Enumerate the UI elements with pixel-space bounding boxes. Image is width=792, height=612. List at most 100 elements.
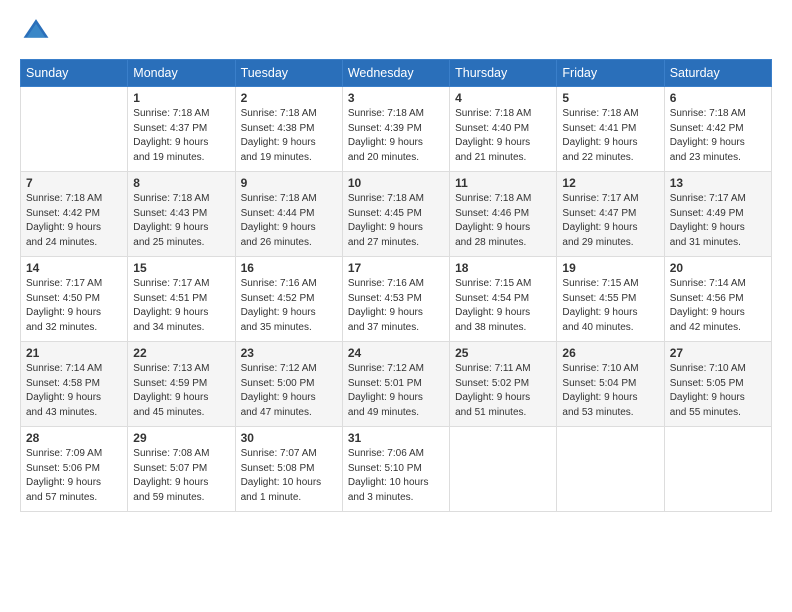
weekday-header: Tuesday <box>235 60 342 87</box>
day-number: 17 <box>348 261 444 275</box>
calendar-cell: 13Sunrise: 7:17 AM Sunset: 4:49 PM Dayli… <box>664 172 771 257</box>
calendar-cell: 23 Sunrise: 7:12 AM Sunset: 5:00 PM Dayli… <box>235 342 342 427</box>
day-number: 27 <box>670 346 766 360</box>
calendar-cell: 31 Sunrise: 7:06 AM Sunset: 5:10 PM Dayli… <box>342 427 449 512</box>
day-number: 7 <box>26 176 122 190</box>
day-number: 24 <box>348 346 444 360</box>
calendar-cell: 1 Sunrise: 7:18 AM Sunset: 4:37 PM Daylig… <box>128 87 235 172</box>
calendar-cell: 17 Sunrise: 7:16 AM Sunset: 4:53 PM Dayli… <box>342 257 449 342</box>
day-number: 3 <box>348 91 444 105</box>
calendar-cell: 21Sunrise: 7:14 AM Sunset: 4:58 PM Dayli… <box>21 342 128 427</box>
day-number: 30 <box>241 431 337 445</box>
day-number: 1 <box>133 91 229 105</box>
cell-content: Sunrise: 7:17 AM Sunset: 4:49 PM Dayligh… <box>670 192 766 250</box>
calendar-cell: 28 Sunrise: 7:09 AM Sunset: 5:06 PM Dayli… <box>21 427 128 512</box>
weekday-header: Saturday <box>664 60 771 87</box>
day-number: 21 <box>26 346 122 360</box>
page: SundayMondayTuesdayWednesdayThursdayFrid… <box>0 0 792 522</box>
weekday-header: Friday <box>557 60 664 87</box>
calendar-header-row: SundayMondayTuesdayWednesdayThursdayFrid… <box>21 60 772 87</box>
cell-content: Sunrise: 7:18 AM Sunset: 4:39 PM Dayligh… <box>348 107 444 165</box>
calendar-cell: 15 Sunrise: 7:17 AM Sunset: 4:51 PM Dayli… <box>128 257 235 342</box>
day-number: 29 <box>133 431 229 445</box>
cell-content: Sunrise: 7:16 AM Sunset: 4:53 PM Dayligh… <box>348 277 444 335</box>
cell-content: Sunrise: 7:07 AM Sunset: 5:08 PM Dayligh… <box>241 447 337 505</box>
cell-content: Sunrise: 7:18 AM Sunset: 4:43 PM Dayligh… <box>133 192 229 250</box>
cell-content: Sunrise: 7:18 AM Sunset: 4:37 PM Dayligh… <box>133 107 229 165</box>
logo <box>20 16 54 49</box>
calendar-cell: 11Sunrise: 7:18 AM Sunset: 4:46 PM Dayli… <box>450 172 557 257</box>
day-number: 25 <box>455 346 551 360</box>
calendar-cell: 12Sunrise: 7:17 AM Sunset: 4:47 PM Dayli… <box>557 172 664 257</box>
day-number: 22 <box>133 346 229 360</box>
calendar-cell: 18 Sunrise: 7:15 AM Sunset: 4:54 PM Dayli… <box>450 257 557 342</box>
calendar-cell: 6 Sunrise: 7:18 AM Sunset: 4:42 PM Daylig… <box>664 87 771 172</box>
calendar-cell: 22 Sunrise: 7:13 AM Sunset: 4:59 PM Dayli… <box>128 342 235 427</box>
calendar-cell: 2 Sunrise: 7:18 AM Sunset: 4:38 PM Daylig… <box>235 87 342 172</box>
day-number: 6 <box>670 91 766 105</box>
weekday-header: Sunday <box>21 60 128 87</box>
cell-content: Sunrise: 7:18 AM Sunset: 4:40 PM Dayligh… <box>455 107 551 165</box>
calendar-cell: 26 Sunrise: 7:10 AM Sunset: 5:04 PM Dayli… <box>557 342 664 427</box>
calendar-cell: 4 Sunrise: 7:18 AM Sunset: 4:40 PM Daylig… <box>450 87 557 172</box>
day-number: 16 <box>241 261 337 275</box>
cell-content: Sunrise: 7:18 AM Sunset: 4:41 PM Dayligh… <box>562 107 658 165</box>
calendar-table: SundayMondayTuesdayWednesdayThursdayFrid… <box>20 59 772 512</box>
cell-content: Sunrise: 7:12 AM Sunset: 5:00 PM Dayligh… <box>241 362 337 420</box>
cell-content: Sunrise: 7:18 AM Sunset: 4:45 PM Dayligh… <box>348 192 444 250</box>
day-number: 28 <box>26 431 122 445</box>
header <box>20 16 772 49</box>
day-number: 10 <box>348 176 444 190</box>
cell-content: Sunrise: 7:13 AM Sunset: 4:59 PM Dayligh… <box>133 362 229 420</box>
calendar-week-row: 7 Sunrise: 7:18 AM Sunset: 4:42 PM Daylig… <box>21 172 772 257</box>
calendar-cell: 3 Sunrise: 7:18 AM Sunset: 4:39 PM Daylig… <box>342 87 449 172</box>
calendar-cell: 9Sunrise: 7:18 AM Sunset: 4:44 PM Daylig… <box>235 172 342 257</box>
day-number: 20 <box>670 261 766 275</box>
day-number: 31 <box>348 431 444 445</box>
calendar-week-row: 21Sunrise: 7:14 AM Sunset: 4:58 PM Dayli… <box>21 342 772 427</box>
cell-content: Sunrise: 7:09 AM Sunset: 5:06 PM Dayligh… <box>26 447 122 505</box>
cell-content: Sunrise: 7:08 AM Sunset: 5:07 PM Dayligh… <box>133 447 229 505</box>
cell-content: Sunrise: 7:18 AM Sunset: 4:46 PM Dayligh… <box>455 192 551 250</box>
cell-content: Sunrise: 7:18 AM Sunset: 4:42 PM Dayligh… <box>670 107 766 165</box>
weekday-header: Monday <box>128 60 235 87</box>
cell-content: Sunrise: 7:16 AM Sunset: 4:52 PM Dayligh… <box>241 277 337 335</box>
calendar-cell: 14 Sunrise: 7:17 AM Sunset: 4:50 PM Dayli… <box>21 257 128 342</box>
day-number: 15 <box>133 261 229 275</box>
calendar-cell: 16 Sunrise: 7:16 AM Sunset: 4:52 PM Dayli… <box>235 257 342 342</box>
calendar-cell: 25 Sunrise: 7:11 AM Sunset: 5:02 PM Dayli… <box>450 342 557 427</box>
calendar-cell: 20 Sunrise: 7:14 AM Sunset: 4:56 PM Dayli… <box>664 257 771 342</box>
cell-content: Sunrise: 7:17 AM Sunset: 4:47 PM Dayligh… <box>562 192 658 250</box>
day-number: 9 <box>241 176 337 190</box>
calendar-week-row: 14 Sunrise: 7:17 AM Sunset: 4:50 PM Dayli… <box>21 257 772 342</box>
cell-content: Sunrise: 7:15 AM Sunset: 4:54 PM Dayligh… <box>455 277 551 335</box>
calendar-cell: 5 Sunrise: 7:18 AM Sunset: 4:41 PM Daylig… <box>557 87 664 172</box>
day-number: 23 <box>241 346 337 360</box>
cell-content: Sunrise: 7:10 AM Sunset: 5:05 PM Dayligh… <box>670 362 766 420</box>
day-number: 19 <box>562 261 658 275</box>
calendar-cell <box>557 427 664 512</box>
day-number: 2 <box>241 91 337 105</box>
day-number: 26 <box>562 346 658 360</box>
cell-content: Sunrise: 7:10 AM Sunset: 5:04 PM Dayligh… <box>562 362 658 420</box>
calendar-cell: 7 Sunrise: 7:18 AM Sunset: 4:42 PM Daylig… <box>21 172 128 257</box>
day-number: 4 <box>455 91 551 105</box>
calendar-cell: 30 Sunrise: 7:07 AM Sunset: 5:08 PM Dayli… <box>235 427 342 512</box>
cell-content: Sunrise: 7:18 AM Sunset: 4:38 PM Dayligh… <box>241 107 337 165</box>
calendar-cell: 19Sunrise: 7:15 AM Sunset: 4:55 PM Dayli… <box>557 257 664 342</box>
cell-content: Sunrise: 7:12 AM Sunset: 5:01 PM Dayligh… <box>348 362 444 420</box>
cell-content: Sunrise: 7:06 AM Sunset: 5:10 PM Dayligh… <box>348 447 444 505</box>
day-number: 18 <box>455 261 551 275</box>
calendar-cell: 27 Sunrise: 7:10 AM Sunset: 5:05 PM Dayli… <box>664 342 771 427</box>
day-number: 14 <box>26 261 122 275</box>
calendar-cell: 8 Sunrise: 7:18 AM Sunset: 4:43 PM Daylig… <box>128 172 235 257</box>
cell-content: Sunrise: 7:11 AM Sunset: 5:02 PM Dayligh… <box>455 362 551 420</box>
calendar-cell <box>21 87 128 172</box>
cell-content: Sunrise: 7:14 AM Sunset: 4:56 PM Dayligh… <box>670 277 766 335</box>
cell-content: Sunrise: 7:17 AM Sunset: 4:50 PM Dayligh… <box>26 277 122 335</box>
cell-content: Sunrise: 7:17 AM Sunset: 4:51 PM Dayligh… <box>133 277 229 335</box>
weekday-header: Thursday <box>450 60 557 87</box>
day-number: 8 <box>133 176 229 190</box>
cell-content: Sunrise: 7:18 AM Sunset: 4:42 PM Dayligh… <box>26 192 122 250</box>
day-number: 5 <box>562 91 658 105</box>
